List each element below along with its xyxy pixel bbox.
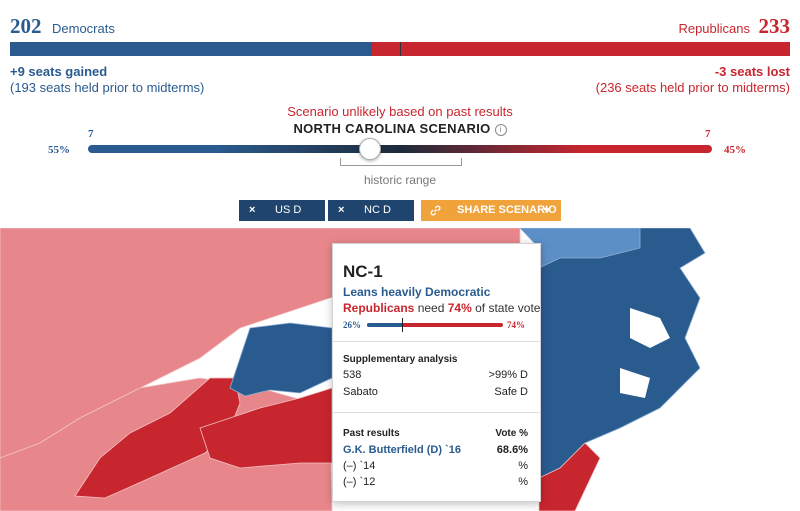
seat-bar-dem [10,42,372,56]
rep-loss: -3 seats lost [714,64,790,79]
past-result-row: (–) `12% [343,476,528,488]
district-tooltip: NC-1 Leans heavily Democratic Republican… [332,243,541,502]
past-result-row: (–) `14% [343,460,528,472]
tooltip-district: NC-1 [343,262,383,281]
majority-marker [400,42,401,56]
scenario-slider-handle[interactable] [358,138,381,160]
link-icon [430,205,441,216]
dem-gain: +9 seats gained [10,64,108,79]
share-scenario-label: SHARE SCENARIO [457,204,557,216]
seat-bar [10,42,790,56]
supplementary-title: Supplementary analysis [343,354,458,365]
tooltip-rep-pct: 74% [507,320,525,330]
tooltip-divider [333,412,540,413]
supp-row-sabato: Sabato Safe D [343,386,528,398]
past-results-title: Past results [343,428,400,439]
remove-us-filter-icon[interactable]: × [249,200,255,221]
historic-range-label: historic range [363,173,437,187]
scenario-title-text: NORTH CAROLINA SCENARIO [293,121,491,136]
right-seat-count: 7 [705,128,711,140]
rep-seat-count: 233 [758,14,791,38]
vote-pct-title: Vote % [495,428,528,439]
rep-label: Republicans [678,21,750,36]
left-seat-count: 7 [88,128,94,140]
share-scenario-button[interactable]: SHARE SCENARIO [421,200,561,221]
supp-row-538: 538 >99% D [343,369,528,381]
right-vote-pct: 45% [724,144,746,156]
past-result-row: G.K. Butterfield (D) `16 68.6% [343,444,528,456]
historic-range-bracket [340,158,462,166]
tooltip-vote-bar [367,323,503,327]
remove-nc-filter-icon[interactable]: × [338,200,344,221]
tooltip-need: Republicans need 74% of state vote [343,301,541,315]
tooltip-lean: Leans heavily Democratic [343,285,491,299]
scenario-warning: Scenario unlikely based on past results [287,104,513,119]
seat-summary: 202 Democrats Republicans 233 +9 seats g… [0,0,800,100]
scenario-slider-track[interactable] [88,145,712,153]
left-vote-pct: 55% [48,144,70,156]
tooltip-dem-pct: 26% [343,320,361,330]
tooltip-vote-marker [402,318,404,332]
dem-prior: (193 seats held prior to midterms) [10,80,205,95]
scenario-title: NORTH CAROLINA SCENARIO i [0,121,800,136]
chevron-down-icon [543,208,551,213]
nc-filter-chip[interactable]: × NC D 55% [328,200,414,237]
dem-seat-count: 202 [10,14,42,38]
info-icon[interactable]: i [494,124,507,136]
dem-label: Democrats [52,21,115,36]
tooltip-vote-bar-dem [367,323,403,327]
tooltip-divider [333,341,540,342]
us-filter-chip[interactable]: × US D 51% [239,200,325,237]
rep-prior: (236 seats held prior to midterms) [595,80,790,95]
